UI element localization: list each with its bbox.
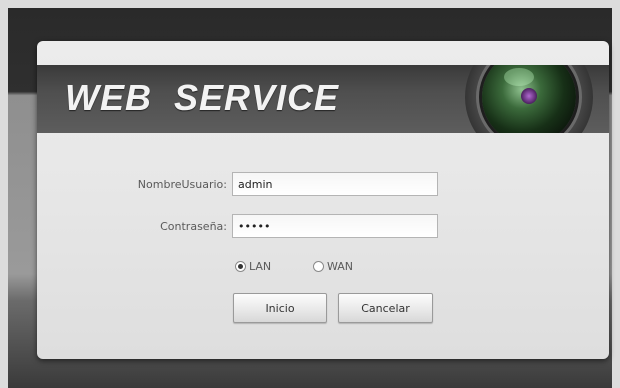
login-button[interactable]: Inicio xyxy=(233,293,327,323)
username-label: NombreUsuario: xyxy=(137,178,227,191)
web-service-banner: WEB SERVICE xyxy=(37,65,609,133)
login-dialog: WEB SERVICE NombreUsuario: Contraseña: L… xyxy=(37,41,609,359)
lens-pupil xyxy=(521,88,537,104)
lens-glass xyxy=(482,65,576,133)
radio-lan-label: LAN xyxy=(249,260,272,273)
username-field[interactable] xyxy=(232,172,438,196)
camera-lens-icon xyxy=(465,65,593,133)
password-label: Contraseña: xyxy=(160,220,227,233)
radio-wan-indicator[interactable] xyxy=(313,261,324,272)
password-field[interactable] xyxy=(232,214,438,238)
banner-title: WEB SERVICE xyxy=(65,77,340,118)
radio-lan-indicator[interactable] xyxy=(235,261,246,272)
radio-wan-label: WAN xyxy=(327,260,354,273)
cancel-button[interactable]: Cancelar xyxy=(338,293,433,323)
lens-glint xyxy=(504,68,534,86)
radio-lan[interactable]: LAN xyxy=(235,260,271,273)
radio-wan[interactable]: WAN xyxy=(313,260,353,273)
